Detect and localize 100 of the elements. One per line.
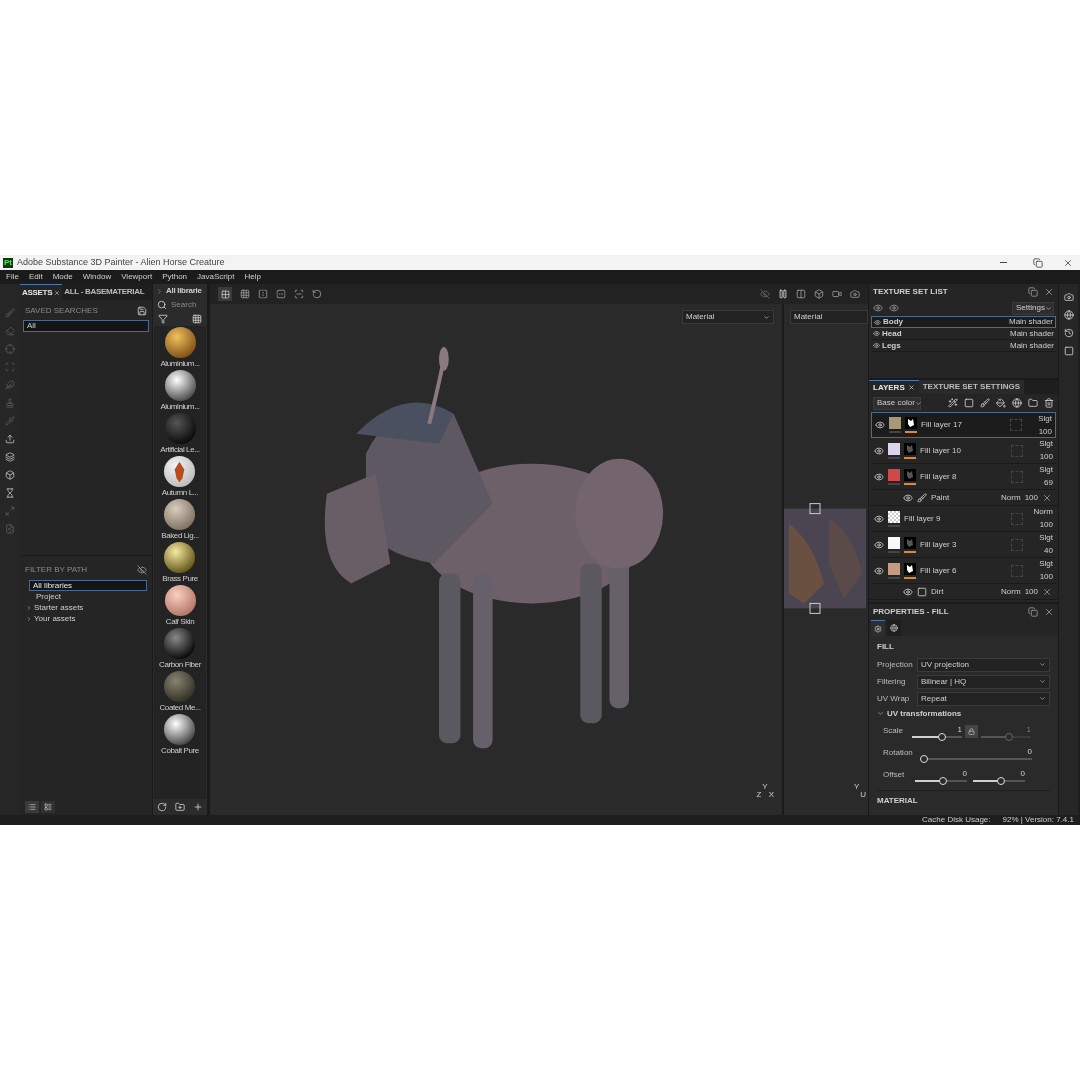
folder-icon[interactable] (1028, 398, 1038, 408)
eye-icon[interactable] (874, 539, 884, 550)
dropdown[interactable]: UV projection (917, 657, 1050, 672)
delete-icon[interactable] (1044, 398, 1054, 408)
grid-button[interactable] (218, 287, 232, 301)
tree-item[interactable]: All libraries (29, 580, 147, 591)
layer-row[interactable]: Fill layer 3 Slgt 40 (871, 532, 1056, 558)
close-icon[interactable] (907, 384, 915, 391)
material-label[interactable]: Carbon Fiber (159, 660, 201, 670)
group-header[interactable]: UV transformations (877, 707, 1050, 720)
hidden-eye-icon[interactable] (760, 289, 770, 299)
eye-icon[interactable] (874, 445, 884, 456)
menu-item[interactable]: Help (244, 271, 261, 283)
folder-view-button[interactable] (41, 801, 55, 813)
material-label[interactable]: Autumn L... (161, 488, 199, 498)
panel-tab[interactable]: ASSETS (20, 284, 63, 300)
eye-icon[interactable] (874, 471, 884, 482)
reset-icon[interactable] (312, 289, 322, 299)
flip-vertical-icon[interactable] (276, 289, 286, 299)
layers-icon[interactable] (5, 452, 15, 462)
folder-icon[interactable] (175, 802, 185, 812)
restore-icon[interactable] (1033, 257, 1043, 268)
brush-icon[interactable] (917, 492, 927, 503)
history-icon[interactable] (1063, 328, 1074, 338)
material-label[interactable]: Baked Lig... (161, 531, 199, 541)
texture-set-row[interactable]: Body Main shader (871, 316, 1056, 328)
camera-icon[interactable] (1063, 292, 1074, 302)
float-icon[interactable] (1028, 287, 1038, 297)
blend-mode[interactable]: Norm (1001, 491, 1021, 504)
search-icon[interactable] (157, 300, 167, 310)
tree-item[interactable]: Project (25, 591, 147, 602)
panel-icon[interactable] (1063, 346, 1074, 356)
panel-tab[interactable]: TEXTURE SET SETTINGS (918, 380, 1025, 394)
eye-icon[interactable] (874, 318, 881, 326)
menu-item[interactable]: File (6, 271, 19, 283)
paint-bucket-icon[interactable] (996, 398, 1006, 408)
mask-icon[interactable] (917, 586, 927, 597)
opacity-value[interactable]: 100 (1039, 451, 1053, 463)
layer-row[interactable]: Fill layer 8 Slgt 69 (871, 464, 1056, 490)
eye-icon[interactable] (873, 330, 880, 337)
sphere-icon[interactable] (1063, 310, 1074, 320)
cube-icon[interactable] (814, 289, 824, 299)
material-label[interactable]: Coated Me... (159, 703, 201, 713)
layer-row[interactable]: Fill layer 17 Slgt 100 (871, 412, 1056, 438)
layer-row[interactable]: Fill layer 10 Slgt 100 (871, 438, 1056, 464)
panel-tab[interactable]: ALL - BASEMATERIAL (62, 284, 147, 300)
box-icon[interactable] (5, 470, 15, 480)
blend-mode[interactable]: Slgt (1038, 412, 1052, 425)
hidden-eye-icon[interactable] (137, 565, 147, 575)
material-tab[interactable] (887, 620, 901, 636)
library-breadcrumb[interactable]: All librarie (166, 285, 202, 297)
frame-icon[interactable] (294, 289, 304, 299)
material-label[interactable]: Aluminium... (160, 402, 200, 412)
export-icon[interactable] (5, 434, 15, 444)
dropdown[interactable]: Material (682, 310, 774, 324)
material-label[interactable]: Cobalt Pure (161, 746, 199, 756)
dropdown[interactable]: Repeat (917, 691, 1050, 706)
close-icon[interactable] (1044, 607, 1054, 617)
opacity-value[interactable]: 100 (1038, 425, 1052, 438)
blend-mode[interactable]: Norm (1033, 506, 1053, 518)
grid-icon[interactable] (192, 314, 202, 324)
tree-item[interactable]: Your assets (25, 613, 147, 624)
eye-icon[interactable] (873, 342, 880, 349)
layer-row[interactable]: Fill layer 9 Norm 100 (871, 506, 1056, 532)
save-icon[interactable] (137, 306, 147, 316)
split-view-icon[interactable] (796, 289, 806, 299)
eye-icon[interactable] (889, 303, 899, 313)
blend-mode[interactable]: Slgt (1039, 532, 1053, 544)
channel-dropdown[interactable]: Base color (873, 396, 921, 410)
search-field[interactable]: Search (171, 299, 197, 311)
panel-tab[interactable]: LAYERS (869, 380, 919, 394)
close-icon[interactable] (1044, 287, 1054, 297)
opacity-value[interactable]: 69 (1044, 477, 1053, 489)
camera-icon[interactable] (832, 289, 842, 299)
material-label[interactable]: Calf Skin (165, 617, 195, 627)
close-icon[interactable] (1042, 492, 1052, 503)
float-icon[interactable] (1028, 607, 1038, 617)
eye-icon[interactable] (873, 303, 883, 313)
tree-item[interactable]: Starter assets (25, 602, 147, 613)
eye-icon[interactable] (903, 492, 913, 503)
brush-icon[interactable] (980, 398, 990, 408)
grid-icon[interactable] (240, 289, 250, 299)
blend-mode[interactable]: Slgt (1039, 558, 1053, 570)
slider-thumb[interactable] (1005, 732, 1014, 741)
opacity-value[interactable]: 100 (1039, 519, 1053, 531)
opacity-value[interactable]: 40 (1044, 545, 1053, 557)
close-icon[interactable] (1042, 586, 1052, 597)
eye-icon[interactable] (903, 586, 913, 597)
opacity-value[interactable]: 100 (1039, 571, 1053, 583)
blend-mode[interactable]: Slgt (1039, 464, 1053, 476)
close-icon[interactable] (54, 289, 61, 296)
layer-row[interactable]: Fill layer 6 Slgt 100 (871, 558, 1056, 584)
menu-item[interactable]: Edit (28, 271, 43, 283)
opacity-value[interactable]: 100 (1024, 585, 1038, 598)
blend-mode[interactable]: Slgt (1039, 438, 1053, 450)
menu-item[interactable]: Viewport (121, 271, 153, 283)
dropdown[interactable]: Material (790, 310, 868, 324)
lock-button[interactable] (965, 724, 978, 738)
eye-icon[interactable] (875, 420, 885, 430)
properties-tab[interactable] (871, 620, 885, 636)
